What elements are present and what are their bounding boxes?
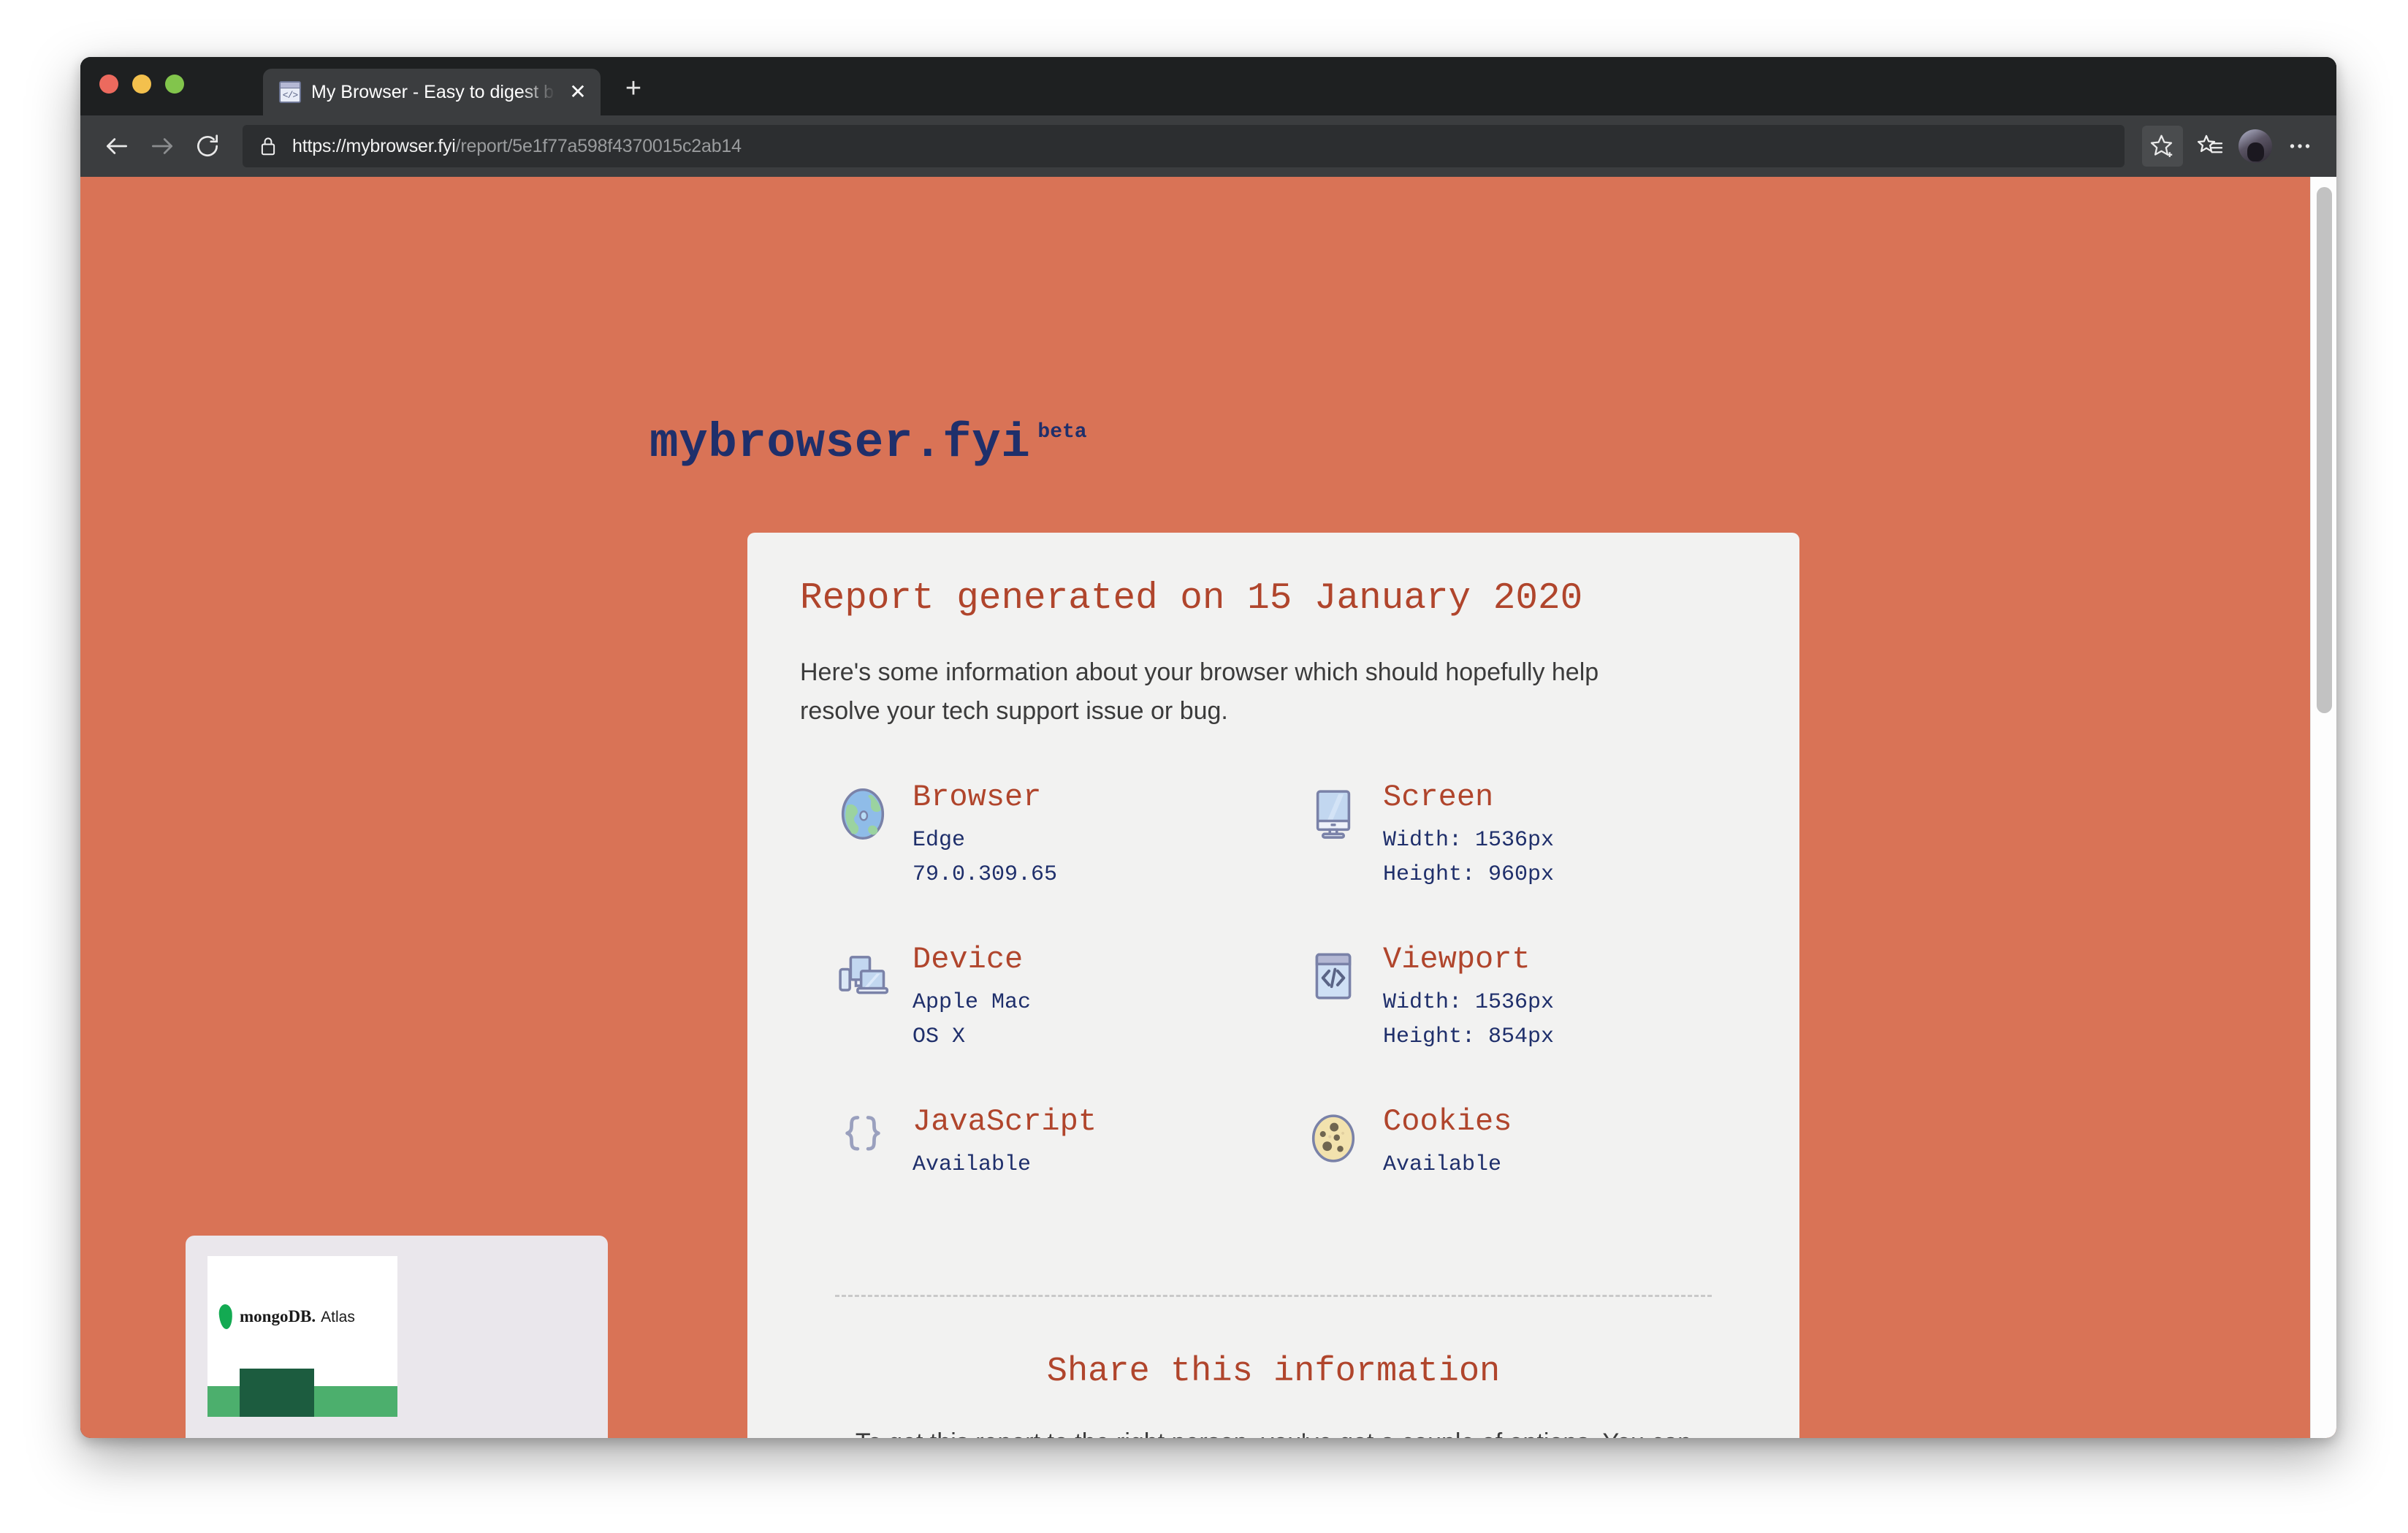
info-text-device: Device Apple Mac OS X [912,941,1031,1054]
section-divider [835,1295,1712,1298]
window-traffic-lights [99,75,184,94]
cookie-icon [1306,1111,1361,1166]
info-value: OS X [912,1024,966,1049]
info-label: Cookies [1383,1104,1512,1140]
info-label: Browser [912,780,1042,815]
curly-braces-icon [835,1111,891,1166]
address-bar-url: https://mybrowser.fyi/report/5e1f77a598f… [292,135,742,156]
share-section-body: To get this report to the right person, … [800,1423,1747,1438]
close-icon[interactable]: ✕ [565,80,590,104]
globe-icon [835,786,891,842]
report-intro: Here's some information about your brows… [800,658,1599,726]
leaf-icon [218,1304,234,1330]
toolbar-actions [2142,126,2320,167]
info-value: Edge [912,828,966,853]
window-close-button[interactable] [99,75,118,94]
browser-window: </> My Browser - Easy to digest bro ✕ + [80,57,2336,1438]
info-item-browser: Browser Edge 79.0.309.65 [835,779,1276,932]
info-text-javascript: JavaScript Available [912,1103,1097,1182]
ad-image-graphic [207,1369,397,1417]
browser-tab[interactable]: </> My Browser - Easy to digest bro ✕ [263,69,601,115]
carbon-ad: mongoDB.Atlas MongoDB Atlas is the most … [186,1236,608,1438]
info-text-cookies: Cookies Available [1383,1103,1512,1182]
info-label: Viewport [1383,942,1531,978]
page-title: Report generated on 15 January 2020 [800,578,1583,620]
info-text-viewport: Viewport Width: 1536px Height: 854px [1383,941,1554,1054]
code-window-icon: </> [279,81,301,103]
scrollbar-thumb[interactable] [2317,187,2332,713]
lock-icon [261,137,275,156]
info-item-cookies: Cookies Available [1306,1103,1747,1257]
info-item-viewport: Viewport Width: 1536px Height: 854px [1306,941,1747,1095]
info-value: Available [1383,1152,1502,1178]
forward-icon[interactable] [142,126,183,167]
reload-icon[interactable] [187,126,228,167]
info-item-screen: Screen Width: 1536px Height: 960px [1306,779,1747,932]
site-logo-text: mybrowser.fyi [649,416,1031,471]
site-logo: mybrowser.fyi beta [649,419,1087,468]
mongodb-logo: mongoDB. Atlas [218,1304,355,1330]
navigation-toolbar: https://mybrowser.fyi/report/5e1f77a598f… [80,115,2336,177]
info-label: Screen [1383,780,1494,815]
browser-info-grid: Browser Edge 79.0.309.65 Screen Width: 1… [800,779,1747,1257]
window-minimize-button[interactable] [132,75,151,94]
info-value: Apple Mac [912,990,1032,1016]
address-bar[interactable]: https://mybrowser.fyi/report/5e1f77a598f… [243,125,2125,167]
tabstrip: </> My Browser - Easy to digest bro ✕ + [263,69,650,115]
monitor-icon [1306,786,1361,842]
info-value: 79.0.309.65 [912,861,1058,887]
favorites-list-icon[interactable] [2190,126,2231,167]
info-text-screen: Screen Width: 1536px Height: 960px [1383,779,1554,891]
new-tab-button[interactable]: + [617,72,650,106]
page-viewport: mybrowser.fyi beta Report generated on 1… [80,177,2336,1438]
info-text-browser: Browser Edge 79.0.309.65 [912,779,1057,891]
page-scrollbar[interactable] [2310,177,2336,1438]
info-value: Height: 854px [1383,1024,1555,1049]
info-label: JavaScript [912,1104,1097,1140]
share-section-title: Share this information [1046,1353,1501,1392]
back-icon[interactable] [96,126,137,167]
info-value: Available [912,1152,1032,1178]
avatar[interactable] [2239,129,2272,163]
info-value: Height: 960px [1383,861,1555,887]
window-maximize-button[interactable] [165,75,184,94]
ad-image[interactable]: mongoDB. Atlas [207,1256,397,1417]
info-value: Width: 1536px [1383,828,1555,853]
beta-badge: beta [1037,421,1087,444]
info-value: Width: 1536px [1383,990,1555,1016]
tab-title: My Browser - Easy to digest bro [311,81,555,102]
info-label: Device [912,942,1024,978]
window-titlebar: </> My Browser - Easy to digest bro ✕ + [80,57,2336,115]
more-menu-icon[interactable] [2279,126,2320,167]
ad-logo-text: mongoDB. Atlas [240,1307,355,1325]
report-card: Report generated on 15 January 2020 Here… [747,533,1799,1438]
devices-icon [835,948,891,1004]
info-item-device: Device Apple Mac OS X [835,941,1276,1095]
code-window-icon [1306,948,1361,1004]
share-body-text: To get this report to the right person, … [838,1429,1709,1438]
add-favorite-star-icon[interactable] [2142,126,2183,167]
ad-text-link[interactable]: MongoDB Atlas is the most reliable cloud… [207,1434,586,1438]
info-item-javascript: JavaScript Available [835,1103,1276,1257]
